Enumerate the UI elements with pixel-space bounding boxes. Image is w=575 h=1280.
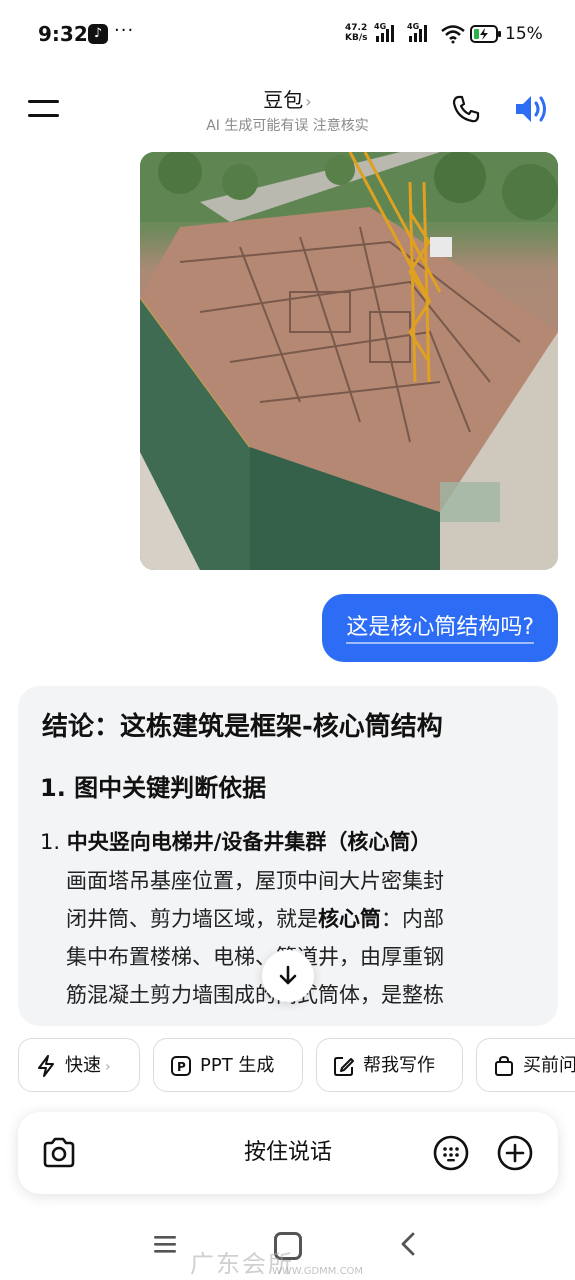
back-icon[interactable] — [400, 1232, 416, 1256]
reply-line: 闭井筒、剪力墙区域，就是核心筒：内部 — [66, 900, 521, 938]
signal-type-2: 4G — [407, 22, 419, 31]
ai-disclaimer: AI 生成可能有误 注意核实 — [206, 118, 369, 134]
network-speed-unit: KB/s — [345, 33, 368, 43]
battery-charging-icon — [470, 25, 501, 43]
reply-line-text: 闭井筒、剪力墙区域，就是 — [66, 907, 318, 931]
signal-type-1: 4G — [374, 22, 386, 31]
chevron-right-icon: › — [105, 1059, 111, 1075]
reply-line-bold: 核心筒 — [318, 907, 381, 931]
chat-title[interactable]: 豆包 › — [0, 84, 575, 113]
user-message-text: 这是核心筒结构吗? — [346, 615, 534, 644]
chip-label: 帮我写作 — [363, 1055, 435, 1076]
svg-text:P: P — [177, 1060, 186, 1074]
chip-help-write[interactable]: 帮我写作 — [316, 1038, 463, 1092]
construction-site-image — [140, 152, 558, 570]
shopping-bag-icon — [495, 1055, 513, 1076]
tiktok-notification-icon: ♪ — [88, 24, 108, 44]
hold-to-talk-button[interactable]: 按住说话 — [18, 1112, 558, 1194]
chip-ask-before-buy[interactable]: 买前问 — [476, 1038, 575, 1092]
edit-icon — [334, 1057, 354, 1076]
signal-strength-icon-2: 4G — [407, 22, 427, 42]
scroll-to-bottom-button[interactable] — [262, 950, 314, 1002]
reply-heading: 结论：这栋建筑是框架-核心筒结构 — [42, 712, 443, 742]
status-time: 9:32 — [38, 22, 88, 46]
chip-label: 买前问 — [523, 1055, 575, 1076]
wifi-icon — [441, 25, 465, 44]
keyboard-icon[interactable] — [432, 1134, 470, 1172]
recent-apps-icon[interactable] — [154, 1234, 176, 1254]
chip-ppt-generate[interactable]: P PPT 生成 — [153, 1038, 303, 1092]
chip-label: 快速 — [65, 1055, 101, 1076]
network-speed: 47.2 KB/s — [345, 23, 367, 43]
user-message-bubble[interactable]: 这是核心筒结构吗? — [322, 594, 558, 662]
system-navigation-bar: 广东会所 WWW.GDMM.COM — [0, 1218, 575, 1280]
ppt-icon: P — [171, 1056, 191, 1076]
more-notifications-icon: ··· — [114, 20, 135, 41]
chat-title-area[interactable]: 豆包 › AI 生成可能有误 注意核实 — [0, 84, 575, 135]
phone-call-icon[interactable] — [451, 94, 481, 124]
chip-fast-mode[interactable]: 快速 › — [18, 1038, 140, 1092]
status-bar: 9:32 ♪ ··· 47.2 KB/s 4G 4G 15% — [0, 0, 575, 70]
chevron-right-icon: › — [305, 92, 312, 111]
bot-name[interactable]: 豆包 — [263, 88, 303, 112]
network-speed-value: 47.2 — [345, 23, 368, 33]
quick-action-chips: 快速 › P PPT 生成 帮我写作 买前问 — [0, 1032, 575, 1098]
list-item-heading: 中央竖向电梯井/设备井集群（核心筒） — [66, 830, 432, 854]
lightning-icon — [38, 1055, 54, 1077]
uploaded-construction-photo[interactable] — [140, 152, 558, 570]
list-number: 1. — [40, 830, 67, 854]
plus-icon[interactable] — [496, 1134, 534, 1172]
battery-percent: 15% — [505, 24, 543, 44]
signal-strength-icon: 4G — [374, 22, 394, 42]
reply-section-title: 1. 图中关键判断依据 — [40, 774, 267, 802]
chip-label: PPT 生成 — [200, 1055, 275, 1076]
chat-header: 豆包 › AI 生成可能有误 注意核实 — [0, 78, 575, 148]
reply-list-item-title: 1. 中央竖向电梯井/设备井集群（核心筒） — [40, 826, 431, 856]
reply-line: 画面塔吊基座位置，屋顶中间大片密集封 — [66, 869, 444, 893]
speaker-icon[interactable] — [513, 92, 549, 126]
chat-input-bar: 按住说话 — [18, 1112, 558, 1194]
watermark-url: WWW.GDMM.COM — [272, 1266, 364, 1277]
reply-line-tail: ：内部 — [381, 907, 444, 931]
arrow-down-icon — [279, 965, 297, 985]
